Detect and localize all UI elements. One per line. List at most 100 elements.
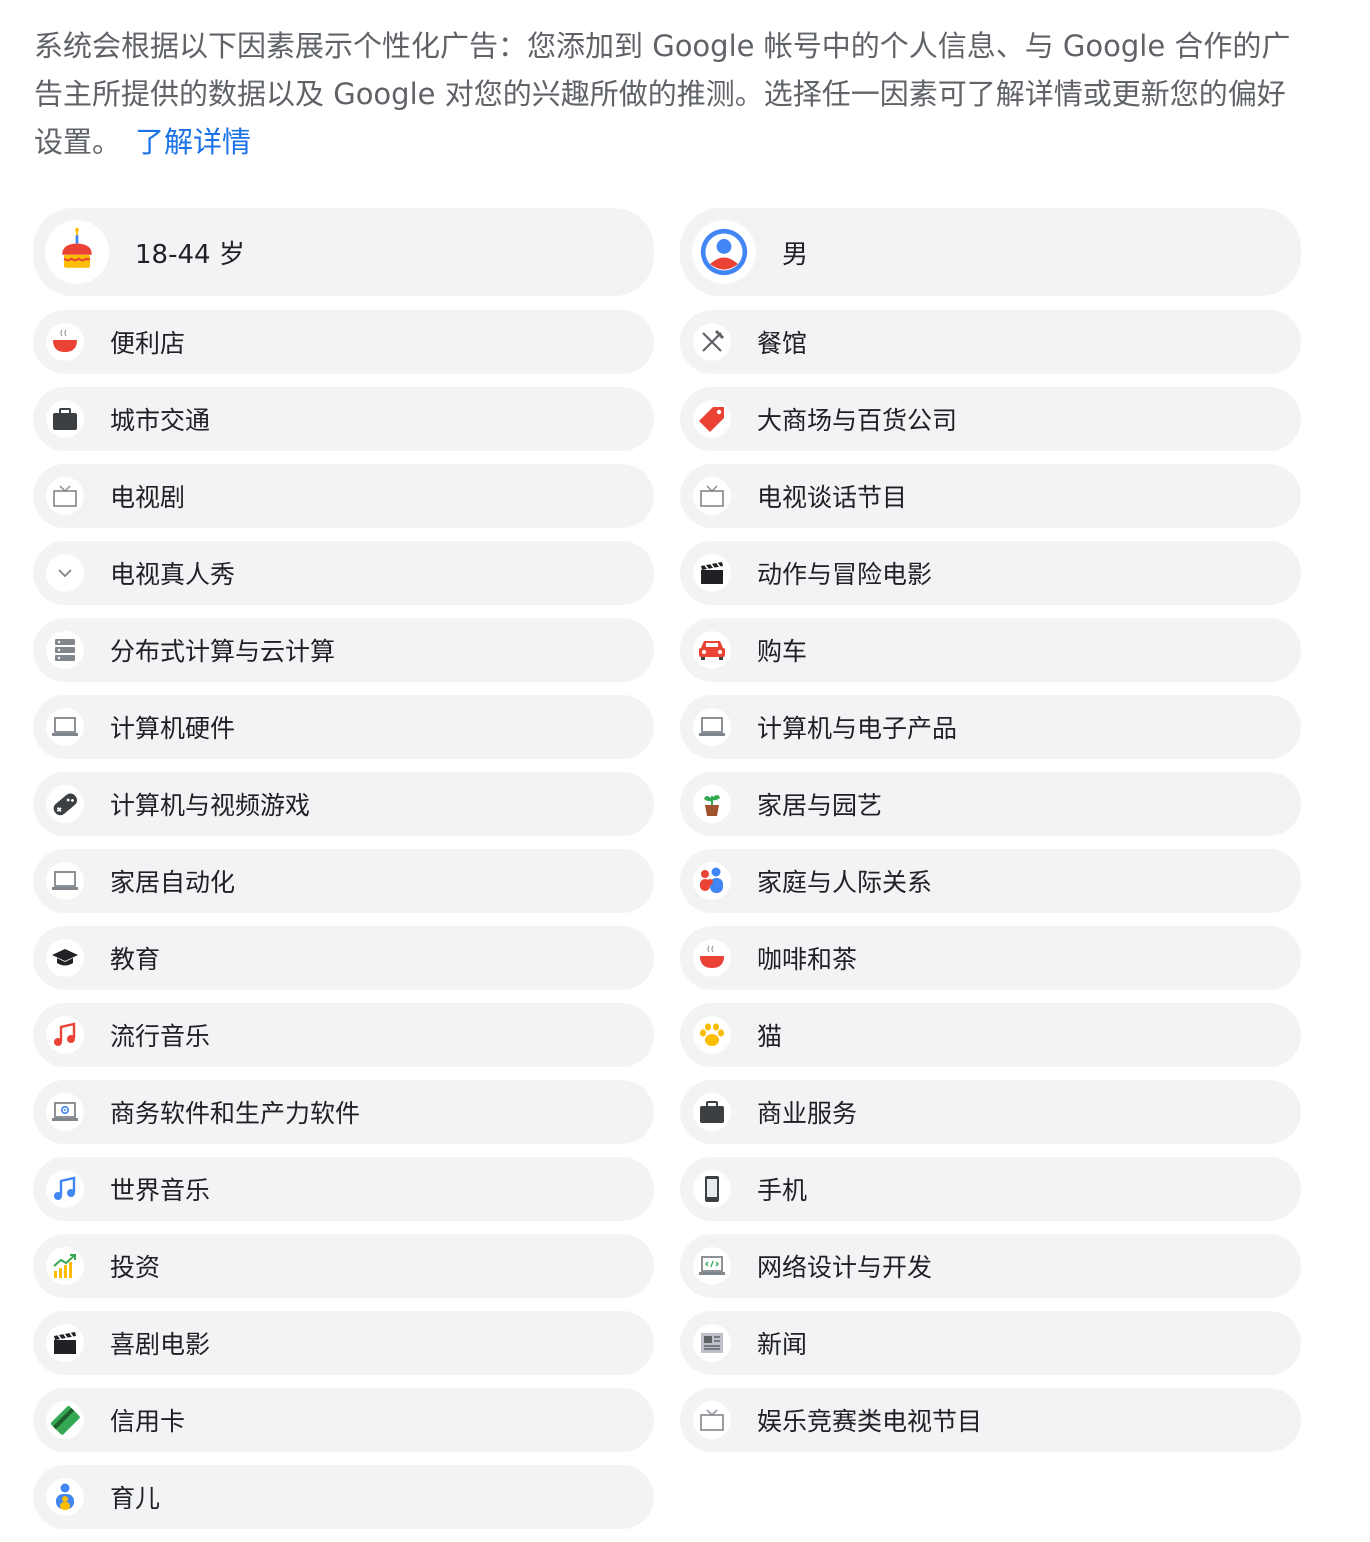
ad-factor-chip[interactable]: 18-44 岁 (33, 208, 654, 296)
ad-factor-label: 餐馆 (757, 329, 808, 358)
ad-factor-label: 电视真人秀 (110, 560, 236, 589)
ad-factors-grid: 18-44 岁 男便利店 餐馆城市交通 大商场与百货公司电视剧 电视谈话节目电视真人秀 动… (33, 208, 1301, 1542)
chevron-icon (46, 554, 84, 592)
ad-factor-chip[interactable]: 商业服务 (680, 1080, 1301, 1144)
newspaper-icon (693, 1324, 731, 1362)
music-note-blue-icon (46, 1170, 84, 1208)
cutlery-icon (693, 323, 731, 361)
graduation-cap-icon (46, 939, 84, 977)
ad-factor-label: 大商场与百货公司 (757, 406, 958, 435)
ad-factor-chip[interactable]: 娱乐竞赛类电视节目 (680, 1388, 1301, 1452)
paw-icon (693, 1016, 731, 1054)
ad-factor-label: 手机 (757, 1176, 808, 1205)
laptop-icon (693, 708, 731, 746)
ad-factor-label: 猫 (757, 1022, 783, 1051)
ad-factor-label: 商业服务 (757, 1099, 858, 1128)
plant-icon (693, 785, 731, 823)
ad-factor-chip[interactable]: 投资 (33, 1234, 654, 1298)
ad-factor-label: 计算机与电子产品 (757, 714, 958, 743)
tag-icon (693, 400, 731, 438)
ad-factor-label: 男 (782, 239, 809, 270)
ad-factor-label: 咖啡和茶 (757, 945, 858, 974)
birthday-cake-icon (45, 220, 109, 284)
ad-factor-chip[interactable]: 流行音乐 (33, 1003, 654, 1067)
phone-icon (693, 1170, 731, 1208)
ad-factor-label: 信用卡 (110, 1407, 186, 1436)
ad-factor-label: 家居与园艺 (757, 791, 883, 820)
chart-growth-icon (46, 1247, 84, 1285)
ad-factor-chip[interactable]: 城市交通 (33, 387, 654, 451)
ad-factor-chip[interactable]: 购车 (680, 618, 1301, 682)
ad-factor-chip[interactable]: 信用卡 (33, 1388, 654, 1452)
laptop-icon (46, 862, 84, 900)
ad-factor-chip[interactable]: 咖啡和茶 (680, 926, 1301, 990)
ad-factor-chip[interactable]: 男 (680, 208, 1301, 296)
briefcase-icon (46, 400, 84, 438)
ad-factor-label: 城市交通 (110, 406, 211, 435)
ad-factor-chip[interactable]: 电视谈话节目 (680, 464, 1301, 528)
ad-factor-chip[interactable]: 网络设计与开发 (680, 1234, 1301, 1298)
ad-factor-chip[interactable]: 计算机硬件 (33, 695, 654, 759)
person-icon (692, 220, 756, 284)
server-icon (46, 631, 84, 669)
ad-factor-chip[interactable]: 商务软件和生产力软件 (33, 1080, 654, 1144)
laptop-code-icon (693, 1247, 731, 1285)
ad-factor-label: 网络设计与开发 (757, 1253, 933, 1282)
ad-factor-label: 计算机与视频游戏 (110, 791, 311, 820)
ad-factor-label: 18-44 岁 (135, 239, 245, 270)
intro-text: 系统会根据以下因素展示个性化广告：您添加到 Google 帐号中的个人信息、与 … (34, 22, 1304, 166)
ad-factor-label: 流行音乐 (110, 1022, 211, 1051)
ad-factor-label: 育儿 (110, 1484, 161, 1513)
family-icon (693, 862, 731, 900)
ad-factor-chip[interactable]: 电视剧 (33, 464, 654, 528)
ad-factor-chip[interactable]: 教育 (33, 926, 654, 990)
tv-icon (693, 477, 731, 515)
ad-factor-label: 教育 (110, 945, 161, 974)
clapperboard-icon (693, 554, 731, 592)
ad-factor-label: 动作与冒险电影 (757, 560, 933, 589)
ad-factor-chip[interactable]: 育儿 (33, 1465, 654, 1529)
tv-icon (693, 1401, 731, 1439)
laptop-icon (46, 708, 84, 746)
ad-factor-chip[interactable]: 餐馆 (680, 310, 1301, 374)
ad-factor-chip[interactable]: 计算机与电子产品 (680, 695, 1301, 759)
ad-factor-chip[interactable]: 大商场与百货公司 (680, 387, 1301, 451)
ad-factor-chip[interactable]: 猫 (680, 1003, 1301, 1067)
ad-factor-label: 家居自动化 (110, 868, 236, 897)
ad-factor-label: 投资 (110, 1253, 161, 1282)
ad-factor-label: 娱乐竞赛类电视节目 (757, 1407, 983, 1436)
ad-factor-label: 电视谈话节目 (757, 483, 908, 512)
ad-factor-chip[interactable]: 家居自动化 (33, 849, 654, 913)
bowl-icon (46, 323, 84, 361)
ad-factor-chip[interactable]: 家庭与人际关系 (680, 849, 1301, 913)
clapperboard-icon (46, 1324, 84, 1362)
ad-factor-chip[interactable]: 世界音乐 (33, 1157, 654, 1221)
ad-factor-label: 计算机硬件 (110, 714, 236, 743)
bowl-icon (693, 939, 731, 977)
ad-factor-chip[interactable]: 喜剧电影 (33, 1311, 654, 1375)
music-note-red-icon (46, 1016, 84, 1054)
ad-factor-chip[interactable]: 分布式计算与云计算 (33, 618, 654, 682)
parent-child-icon (46, 1478, 84, 1516)
ad-factor-label: 家庭与人际关系 (757, 868, 933, 897)
ad-factor-label: 喜剧电影 (110, 1330, 211, 1359)
ad-factor-label: 世界音乐 (110, 1176, 211, 1205)
ad-factor-chip[interactable]: 手机 (680, 1157, 1301, 1221)
ad-factor-chip[interactable]: 计算机与视频游戏 (33, 772, 654, 836)
tv-icon (46, 477, 84, 515)
ad-factor-label: 商务软件和生产力软件 (110, 1099, 361, 1128)
ad-factor-chip[interactable]: 新闻 (680, 1311, 1301, 1375)
learn-more-link[interactable]: 了解详情 (135, 125, 251, 159)
ad-factor-label: 电视剧 (110, 483, 186, 512)
gamepad-icon (46, 785, 84, 823)
ad-factor-chip[interactable]: 便利店 (33, 310, 654, 374)
ad-factor-label: 购车 (757, 637, 808, 666)
ad-factor-chip[interactable]: 电视真人秀 (33, 541, 654, 605)
laptop-gear-icon (46, 1093, 84, 1131)
ad-factor-chip[interactable]: 家居与园艺 (680, 772, 1301, 836)
car-icon (693, 631, 731, 669)
credit-card-icon (46, 1401, 84, 1439)
ad-factor-chip[interactable]: 动作与冒险电影 (680, 541, 1301, 605)
ad-factor-label: 便利店 (110, 329, 186, 358)
briefcase-icon (693, 1093, 731, 1131)
